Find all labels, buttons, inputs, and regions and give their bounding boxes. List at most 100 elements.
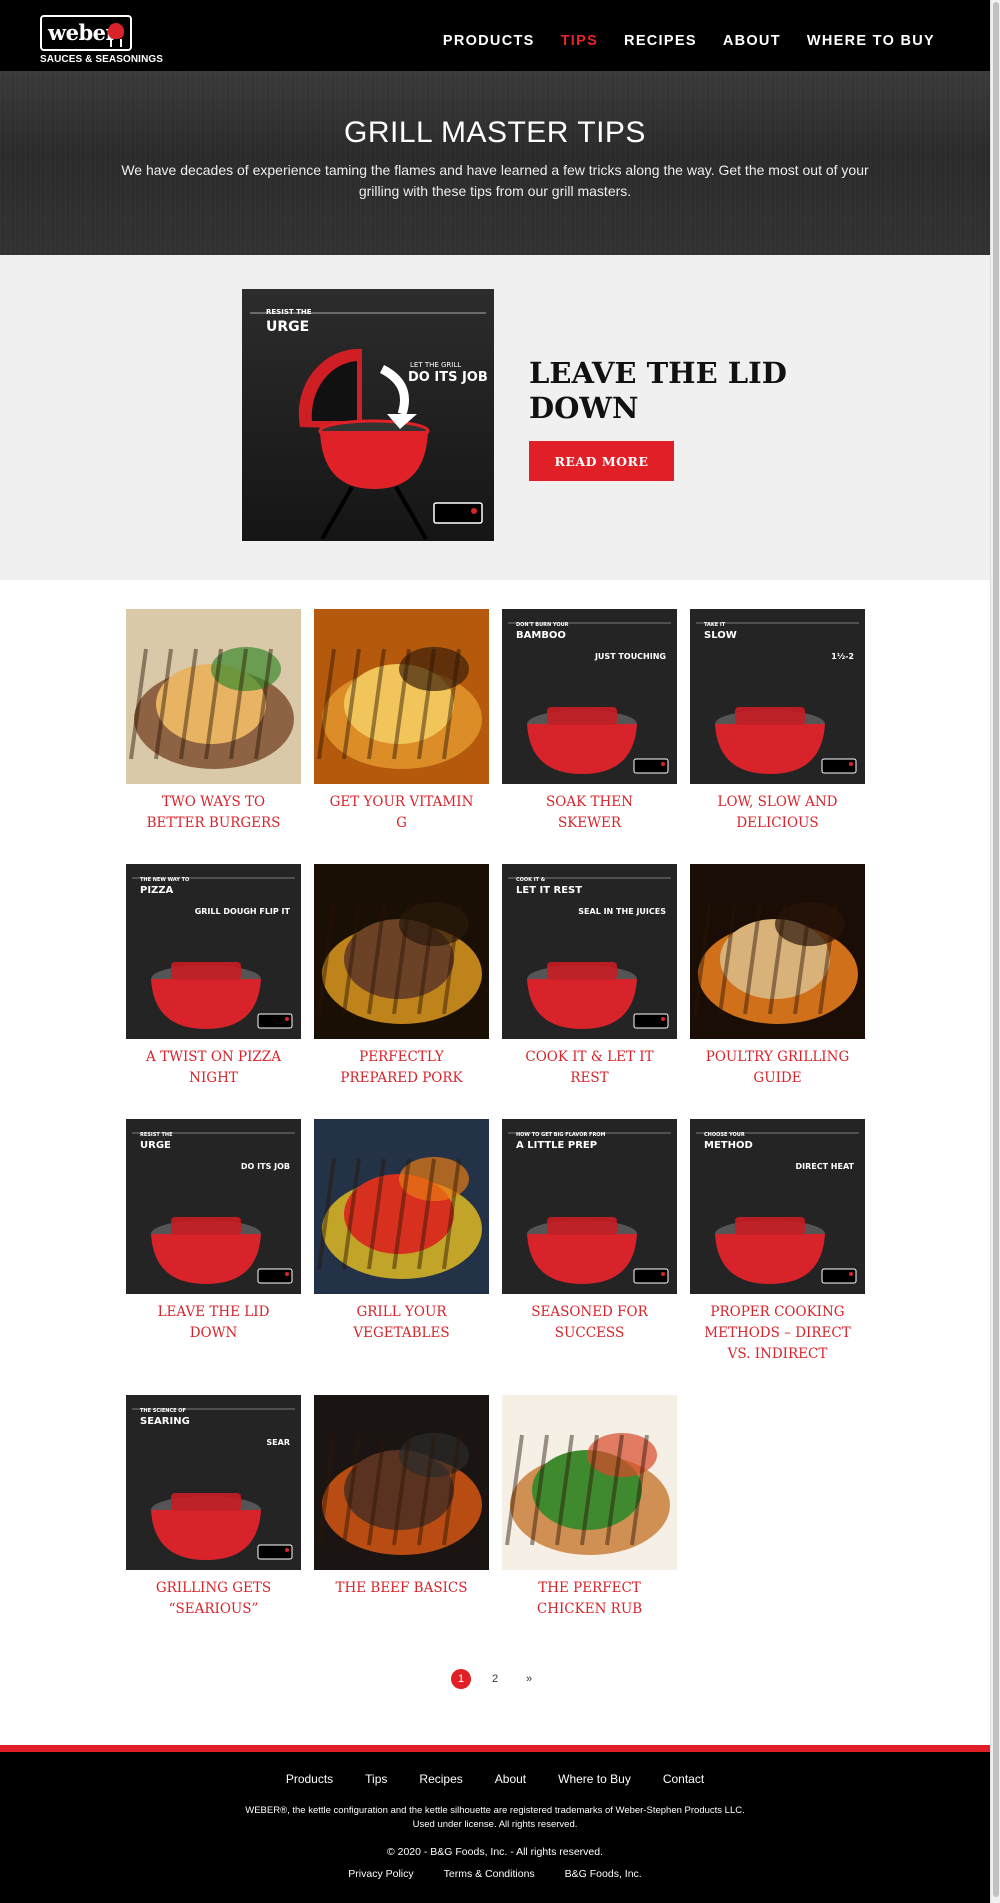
tip-overlay-small: COOK IT & — [516, 877, 546, 883]
nav-where-to-buy[interactable]: WHERE TO BUY — [807, 33, 935, 49]
tip-card[interactable]: THE PERFECT CHICKEN RUB — [502, 1395, 677, 1620]
privacy-policy-link[interactable]: Privacy Policy — [348, 1868, 413, 1880]
tip-card[interactable]: DON'T BURN YOUR BAMBOO JUST TOUCHING SOAK T… — [502, 609, 677, 834]
featured-tip: RESIST THE URGE LET THE GRILL DO ITS JOB… — [0, 255, 990, 580]
tip-overlay-side: DIRECT HEAT — [795, 1162, 854, 1171]
tip-overlay-small: DON'T BURN YOUR — [516, 622, 569, 628]
scrollbar-thumb[interactable] — [993, 2, 999, 1897]
footer-link-where-to-buy[interactable]: Where to Buy — [558, 1772, 631, 1786]
tip-title[interactable]: THE BEEF BASICS — [314, 1578, 489, 1599]
page-1[interactable]: 1 — [451, 1669, 471, 1689]
tip-image[interactable] — [314, 1395, 489, 1570]
scrollbar[interactable] — [990, 0, 1000, 1903]
tip-title[interactable]: LEAVE THE LID DOWN — [126, 1302, 301, 1344]
nav-tips[interactable]: TIPS — [561, 33, 598, 49]
tip-title[interactable]: SOAK THEN SKEWER — [502, 792, 677, 834]
tip-title[interactable]: THE PERFECT CHICKEN RUB — [502, 1578, 677, 1620]
tip-overlay-big: METHOD — [704, 1140, 753, 1151]
tip-overlay-side: GRILL DOUGH FLIP IT — [195, 907, 291, 916]
tip-overlay-big: SLOW — [704, 630, 737, 641]
footer-nav: Products Tips Recipes About Where to Buy… — [0, 1772, 990, 1786]
kettle-legs-icon — [110, 39, 122, 47]
tip-card[interactable]: TWO WAYS TO BETTER BURGERS — [126, 609, 301, 834]
tip-title[interactable]: TWO WAYS TO BETTER BURGERS — [126, 792, 301, 834]
footer-link-contact[interactable]: Contact — [663, 1772, 704, 1786]
page-2[interactable]: 2 — [485, 1669, 505, 1689]
tip-title[interactable]: GRILLING GETS “SEARIOUS” — [126, 1578, 301, 1620]
tip-overlay-small: THE NEW WAY TO — [140, 877, 189, 883]
tip-title[interactable]: GRILL YOUR VEGETABLES — [314, 1302, 489, 1344]
tip-image[interactable] — [502, 1395, 677, 1570]
tip-card[interactable]: TAKE IT SLOW 1½-2 LOW, SLOW AND DELICIOUS — [690, 609, 865, 834]
tip-overlay-big: A LITTLE PREP — [516, 1140, 597, 1151]
tip-image[interactable]: THE SCIENCE OF SEARING SEAR — [126, 1395, 301, 1570]
tip-image[interactable]: HOW TO GET BIG FLAVOR FROM A LITTLE PREP — [502, 1119, 677, 1294]
tip-image[interactable] — [126, 609, 301, 784]
tip-overlay-small: HOW TO GET BIG FLAVOR FROM — [516, 1132, 606, 1138]
featured-overlay-side: LET THE GRILL — [410, 361, 461, 369]
footer-link-tips[interactable]: Tips — [365, 1772, 387, 1786]
terms-link[interactable]: Terms & Conditions — [444, 1868, 535, 1880]
tip-title[interactable]: POULTRY GRILLING GUIDE — [690, 1047, 865, 1089]
trademark-notice: WEBER®, the kettle configuration and the… — [0, 1804, 990, 1832]
tip-image[interactable]: TAKE IT SLOW 1½-2 — [690, 609, 865, 784]
bg-foods-link[interactable]: B&G Foods, Inc. — [565, 1868, 642, 1880]
tip-image[interactable] — [690, 864, 865, 1039]
site-footer: Products Tips Recipes About Where to Buy… — [0, 1745, 990, 1903]
footer-link-recipes[interactable]: Recipes — [419, 1772, 462, 1786]
featured-overlay-side-big: DO ITS JOB — [408, 370, 488, 385]
tip-card[interactable]: PERFECTLY PREPARED PORK — [314, 864, 489, 1089]
kettle-icon — [108, 23, 124, 39]
tip-card[interactable]: HOW TO GET BIG FLAVOR FROM A LITTLE PREP S… — [502, 1119, 677, 1344]
hero-description: We have decades of experience taming the… — [121, 162, 869, 199]
tip-title[interactable]: SEASONED FOR SUCCESS — [502, 1302, 677, 1344]
page-title: GRILL MASTER TIPS — [344, 116, 646, 149]
tip-card[interactable]: THE NEW WAY TO PIZZA GRILL DOUGH FLIP IT A … — [126, 864, 301, 1089]
legal-links: Privacy Policy Terms & Conditions B&G Fo… — [0, 1868, 990, 1880]
featured-tip-title[interactable]: LEAVE THE LID DOWN — [529, 356, 789, 426]
tip-image[interactable] — [314, 1119, 489, 1294]
featured-tip-image[interactable]: RESIST THE URGE LET THE GRILL DO ITS JOB — [242, 289, 494, 541]
copyright: © 2020 - B&G Foods, Inc. - All rights re… — [386, 1846, 604, 1858]
tip-card[interactable]: RESIST THE URGE DO ITS JOB LEAVE THE LID DO… — [126, 1119, 301, 1344]
tip-overlay-side: JUST TOUCHING — [594, 652, 666, 661]
tip-title[interactable]: COOK IT & LET IT REST — [502, 1047, 677, 1089]
hero-banner: GRILL MASTER TIPS We have decades of exp… — [0, 71, 990, 255]
tip-card[interactable]: COOK IT & LET IT REST SEAL IN THE JUICES CO… — [502, 864, 677, 1089]
tip-title[interactable]: A TWIST ON PIZZA NIGHT — [126, 1047, 301, 1089]
tip-image[interactable] — [314, 864, 489, 1039]
tip-card[interactable]: GRILL YOUR VEGETABLES — [314, 1119, 489, 1344]
tip-card[interactable]: THE SCIENCE OF SEARING SEAR GRILLING GETS “… — [126, 1395, 301, 1620]
tip-overlay-small: RESIST THE — [140, 1132, 173, 1138]
tip-image[interactable]: DON'T BURN YOUR BAMBOO JUST TOUCHING — [502, 609, 677, 784]
tip-card[interactable]: GET YOUR VITAMIN G — [314, 609, 489, 834]
tip-card[interactable]: THE BEEF BASICS — [314, 1395, 489, 1599]
tip-overlay-small: TAKE IT — [704, 622, 726, 628]
footer-link-about[interactable]: About — [495, 1772, 526, 1786]
tip-image[interactable] — [314, 609, 489, 784]
weber-logo[interactable]: weber SAUCES & SEASONINGS — [40, 15, 163, 65]
tip-image[interactable]: CHOOSE YOUR METHOD DIRECT HEAT — [690, 1119, 865, 1294]
tip-overlay-big: SEARING — [140, 1416, 190, 1427]
nav-products[interactable]: PRODUCTS — [443, 33, 535, 49]
tip-image[interactable]: THE NEW WAY TO PIZZA GRILL DOUGH FLIP IT — [126, 864, 301, 1039]
nav-about[interactable]: ABOUT — [723, 33, 781, 49]
tip-image[interactable]: COOK IT & LET IT REST SEAL IN THE JUICES — [502, 864, 677, 1039]
tip-title[interactable]: LOW, SLOW AND DELICIOUS — [690, 792, 865, 834]
logo-badge: weber — [40, 15, 132, 51]
tip-card[interactable]: CHOOSE YOUR METHOD DIRECT HEAT PROPER COOKI… — [690, 1119, 865, 1365]
footer-link-products[interactable]: Products — [286, 1772, 333, 1786]
read-more-button[interactable]: READ MORE — [529, 441, 674, 481]
tip-title[interactable]: PROPER COOKING METHODS – DIRECT VS. INDI… — [690, 1302, 865, 1365]
tip-overlay-small: THE SCIENCE OF — [140, 1408, 186, 1414]
tip-card[interactable]: POULTRY GRILLING GUIDE — [690, 864, 865, 1089]
tip-overlay-side: DO ITS JOB — [241, 1162, 290, 1171]
tip-overlay-big: LET IT REST — [516, 885, 582, 896]
next-page-link[interactable]: » — [519, 1669, 539, 1689]
tip-title[interactable]: PERFECTLY PREPARED PORK — [314, 1047, 489, 1089]
nav-recipes[interactable]: RECIPES — [624, 33, 697, 49]
main-nav: PRODUCTS TIPS RECIPES ABOUT WHERE TO BUY — [443, 33, 935, 49]
featured-overlay-small: RESIST THE — [266, 308, 312, 316]
tip-image[interactable]: RESIST THE URGE DO ITS JOB — [126, 1119, 301, 1294]
tip-title[interactable]: GET YOUR VITAMIN G — [314, 792, 489, 834]
